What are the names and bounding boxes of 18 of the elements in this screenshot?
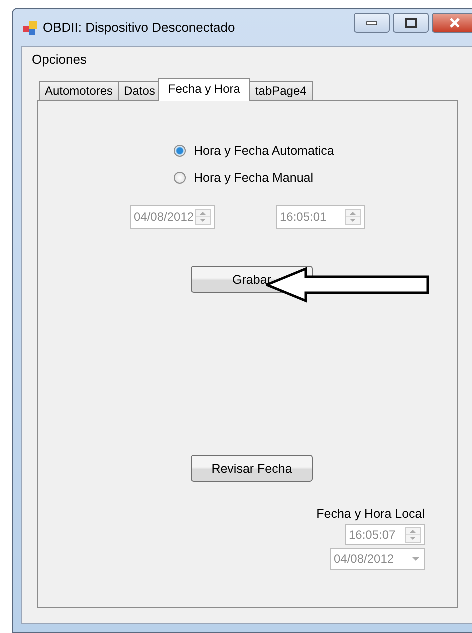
- radio-button[interactable]: [174, 145, 186, 157]
- menu-item[interactable]: Opciones: [32, 52, 87, 66]
- close-button[interactable]: [432, 13, 472, 33]
- maximize-button[interactable]: [393, 13, 429, 33]
- close-icon[interactable]: [449, 18, 461, 28]
- minimize-button[interactable]: [354, 13, 390, 33]
- check-date-button[interactable]: Revisar Fecha: [191, 455, 313, 482]
- tab[interactable]: Fecha y Hora: [158, 78, 250, 101]
- window-title: OBDII: Dispositivo Desconectado: [43, 20, 236, 35]
- tab[interactable]: tabPage4: [249, 81, 313, 101]
- app-icon: [23, 20, 37, 34]
- tab[interactable]: Automotores: [39, 81, 120, 101]
- radio-button[interactable]: [174, 172, 186, 184]
- radio-label[interactable]: Hora y Fecha Manual: [194, 171, 314, 185]
- minimize-icon[interactable]: [366, 20, 378, 26]
- local-label: Fecha y Hora Local: [316, 507, 425, 521]
- radio-label[interactable]: Hora y Fecha Automatica: [194, 144, 334, 158]
- maximize-icon[interactable]: [405, 18, 417, 28]
